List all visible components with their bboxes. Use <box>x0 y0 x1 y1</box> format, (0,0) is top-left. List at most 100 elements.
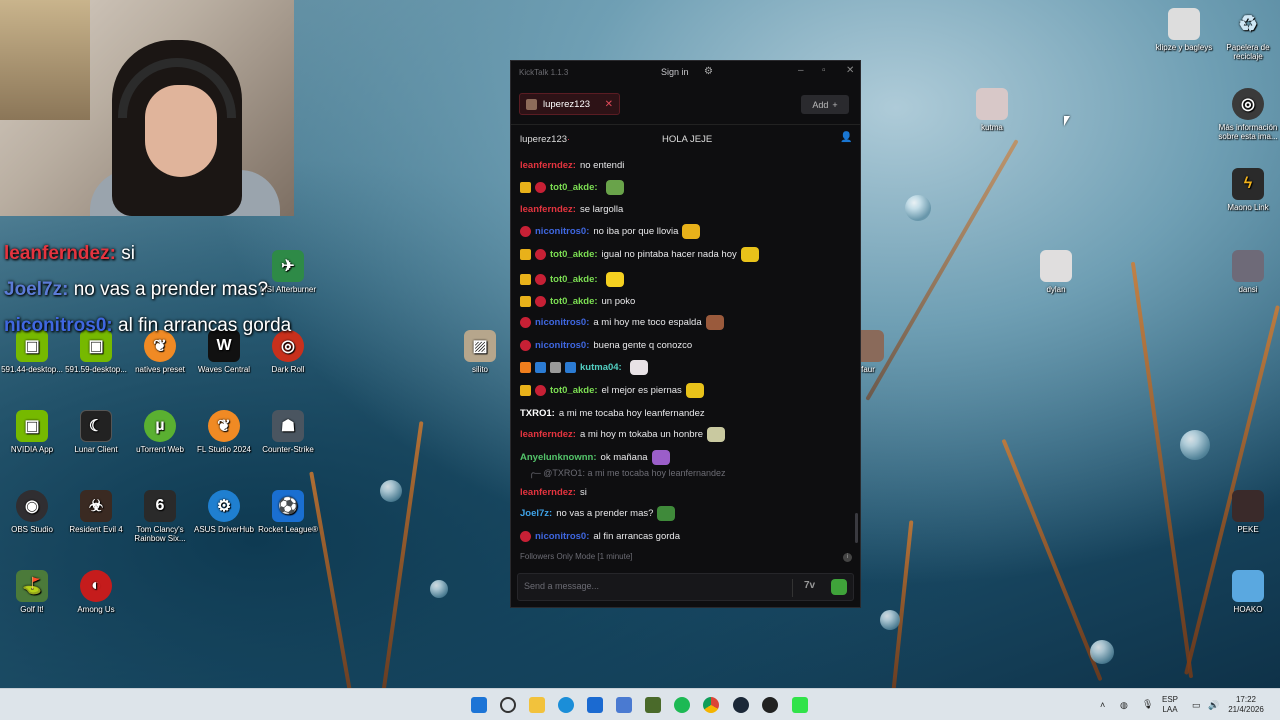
chat-message[interactable]: niconitros0: a mi hoy me toco espalda <box>520 314 724 330</box>
clock[interactable]: 17:22 21/4/2026 <box>1226 695 1266 715</box>
desktop-icon-nvidia[interactable]: ▣ NVIDIA App <box>0 410 64 454</box>
desktop-icon-utorrent[interactable]: µ uTorrent Web <box>128 410 192 454</box>
chat-username[interactable]: niconitros0: <box>535 317 589 328</box>
chat-message[interactable]: tot0_akde: el mejor es piernas <box>520 382 704 398</box>
volume-icon[interactable]: 🔊 <box>1208 700 1219 710</box>
chat-username[interactable]: Anyelunknownn: <box>520 452 597 463</box>
desktop-icon-silito[interactable]: ▨ silito <box>448 330 512 374</box>
chat-username[interactable]: tot0_akde: <box>550 385 598 396</box>
chat-username[interactable]: leanferndez: <box>520 429 576 440</box>
microphone-icon[interactable]: 🎙 <box>1142 699 1153 709</box>
chat-message[interactable]: kutma04: <box>520 359 648 375</box>
chat-username[interactable]: leanferndez: <box>520 204 576 215</box>
store-icon[interactable] <box>587 697 603 713</box>
settings-gear-icon[interactable]: ⚙ <box>704 66 713 77</box>
desktop-icon-recycle[interactable]: ♻ Papelera de reciclaje <box>1216 8 1280 61</box>
chat-username[interactable]: niconitros0: <box>535 531 589 542</box>
dansi-image-icon <box>1232 250 1264 282</box>
chat-message[interactable]: leanferndez: se largolla <box>520 201 623 217</box>
mouse-cursor-icon <box>1064 116 1070 126</box>
desktop-icon-label: Lunar Client <box>74 445 118 454</box>
chat-message[interactable]: niconitros0: no iba por que llovia <box>520 223 701 239</box>
tab-luperez123[interactable]: luperez123 ✕ <box>519 93 620 115</box>
chat-message[interactable]: leanferndez: a mi hoy m tokaba un honbre <box>520 426 726 442</box>
desktop-icon-among[interactable]: ◐ Among Us <box>64 570 128 614</box>
chat-message[interactable]: TXRO1: a mi me tocaba hoy leanfernandez <box>520 405 705 421</box>
maximize-icon[interactable]: ▫ <box>822 65 826 76</box>
chat-username[interactable]: niconitros0: <box>535 226 589 237</box>
chat-username[interactable]: Joel7z: <box>520 508 552 519</box>
add-channel-button[interactable]: Add + <box>801 95 849 114</box>
chat-message[interactable]: leanferndez: si <box>520 484 587 500</box>
chat-message[interactable]: tot0_akde: <box>520 271 624 287</box>
language-indicator[interactable]: ESP LAA <box>1162 695 1178 715</box>
minimize-icon[interactable]: – <box>798 65 804 76</box>
chat-username[interactable]: tot0_akde: <box>550 274 598 285</box>
chat-message[interactable]: niconitros0: buena gente q conozco <box>520 337 692 353</box>
desktop-icon-lunar[interactable]: ☾ Lunar Client <box>64 410 128 454</box>
network-icon[interactable]: ◍ <box>1120 700 1128 710</box>
chat-username[interactable]: TXRO1: <box>520 408 555 419</box>
desktop-icon-dansi[interactable]: dansi <box>1216 250 1280 294</box>
desktop-icon-peke[interactable]: PEKE <box>1216 490 1280 534</box>
chat-message[interactable]: Anyelunknownn: ok mañana <box>520 449 670 465</box>
desktop-icon-maono[interactable]: ϟ Maono Link <box>1216 168 1280 212</box>
desktop-icon-info[interactable]: ◎ Más información sobre esta ima... <box>1216 88 1280 141</box>
tab-close-icon[interactable]: ✕ <box>605 99 613 110</box>
desktop-icon-golf[interactable]: ⛳ Golf It! <box>0 570 64 614</box>
chat-username[interactable]: leanferndez: <box>520 160 576 171</box>
wallpaper-stem <box>1001 438 1103 682</box>
edge-icon[interactable] <box>558 697 574 713</box>
message-input[interactable] <box>524 581 784 591</box>
chat-message[interactable]: tot0_akde: <box>520 179 624 195</box>
desktop-icon-dylan[interactable]: dylan <box>1024 250 1088 294</box>
desktop-icon-hoako[interactable]: HOAKO <box>1216 570 1280 614</box>
spotify-icon[interactable] <box>674 697 690 713</box>
red-badge-icon <box>535 273 546 285</box>
chat-message[interactable]: leanferndez: no entendi <box>520 157 624 173</box>
desktop-icon-klipze[interactable]: klipze y bagleys <box>1152 8 1216 52</box>
chat-message[interactable]: niconitros0: al fin arrancas gorda <box>520 528 680 544</box>
info-icon[interactable]: i <box>843 553 852 562</box>
kick-emote-icon[interactable] <box>831 579 847 595</box>
reply-preview[interactable]: ╭─ @TXRO1: a mi me tocaba hoy leanfernan… <box>529 468 726 479</box>
chat-username[interactable]: kutma04: <box>580 362 622 373</box>
monitor-icon[interactable]: ▭ <box>1192 700 1201 710</box>
desktop-icon-rocket[interactable]: ⚽ Rocket League® <box>256 490 320 534</box>
windows-start-icon[interactable] <box>471 697 487 713</box>
user-list-icon[interactable]: 👤 <box>840 132 852 143</box>
outlook-icon[interactable] <box>616 697 632 713</box>
desktop-icon-flstudio[interactable]: ❦ FL Studio 2024 <box>192 410 256 454</box>
chat-username[interactable]: tot0_akde: <box>550 182 598 193</box>
chat-username[interactable]: tot0_akde: <box>550 249 598 260</box>
obs-taskbar-icon[interactable] <box>762 697 778 713</box>
desktop-icon-re4[interactable]: ☣ Resident Evil 4 <box>64 490 128 534</box>
desktop-icon-rainbow[interactable]: 6 Tom Clancy's Rainbow Six... <box>128 490 192 543</box>
desktop-icon-asus[interactable]: ⚙ ASUS DriverHub <box>192 490 256 534</box>
chat-username[interactable]: niconitros0: <box>535 340 589 351</box>
chat-message[interactable]: tot0_akde: un poko <box>520 293 635 309</box>
chevron-up-icon[interactable]: ˄ <box>1100 700 1105 710</box>
chat-username[interactable]: leanferndez: <box>520 487 576 498</box>
search-icon[interactable] <box>500 697 516 713</box>
desktop-icon-kutma[interactable]: kutma <box>960 88 1024 132</box>
steam-icon[interactable] <box>733 697 749 713</box>
minecraft-icon[interactable] <box>645 697 661 713</box>
desktop-icon-label: ASUS DriverHub <box>193 525 254 534</box>
followers-mode-notice: Followers Only Mode [1 minute] <box>520 552 633 561</box>
chat-message[interactable]: Joel7z: no vas a prender mas? <box>520 505 676 521</box>
kicktalk-taskbar-icon[interactable] <box>792 697 808 713</box>
chrome-icon[interactable] <box>703 697 719 713</box>
reply-line-icon: ╭─ <box>529 468 544 478</box>
file-explorer-icon[interactable] <box>529 697 545 713</box>
chat-message[interactable]: tot0_akde: igual no pintaba hacer nada ho… <box>520 246 759 262</box>
desktop-icon-cs[interactable]: ☗ Counter-Strike <box>256 410 320 454</box>
close-icon[interactable]: ✕ <box>846 65 854 76</box>
desktop-icon-obs[interactable]: ◉ OBS Studio <box>0 490 64 534</box>
chat-username[interactable]: tot0_akde: <box>550 296 598 307</box>
chat-text: al fin arrancas gorda <box>593 530 680 542</box>
sign-in-button[interactable]: Sign in <box>661 67 689 77</box>
7tv-emote-icon[interactable]: 7v <box>804 580 815 591</box>
chat-scrollbar[interactable] <box>855 513 858 543</box>
chat-text: ok mañana <box>600 451 648 463</box>
